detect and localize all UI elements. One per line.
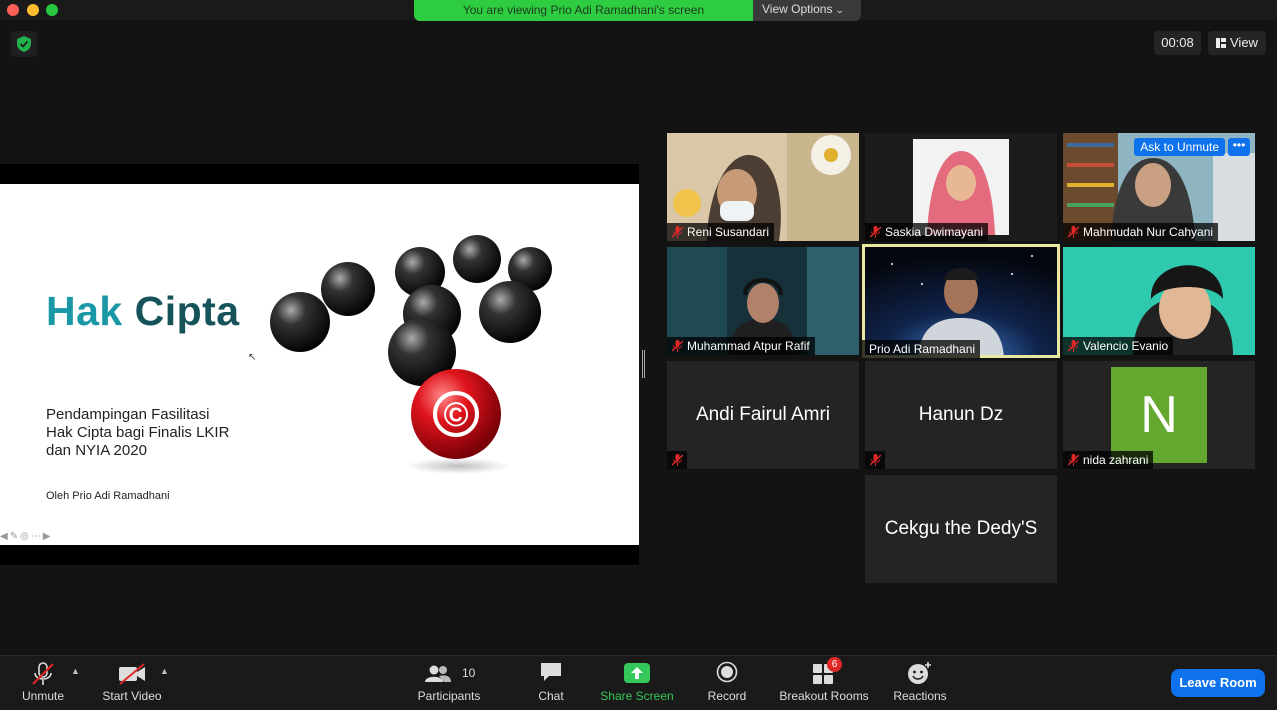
participant-name-tag: Muhammad Atpur Rafif [667, 337, 815, 355]
view-options-label: View Options [762, 2, 833, 16]
video-tile[interactable]: Valencio Evanio [1063, 247, 1255, 355]
video-tile-active-speaker[interactable]: Prio Adi Ramadhani [862, 244, 1060, 358]
slide-navigation-controls[interactable]: ◀✎◎⋯▶ [0, 531, 53, 542]
cursor-icon: ↖ [248, 352, 257, 363]
participant-count: 10 [462, 666, 476, 680]
muted-mic-icon [32, 662, 54, 685]
zoom-meeting-window: You are viewing Prio Adi Ramadhani's scr… [0, 0, 1277, 710]
participant-display-name: Cekgu the Dedy'S [884, 518, 1038, 539]
participant-tile-no-video[interactable]: Hanun Dz [865, 361, 1057, 469]
pearl-balls-image: © [270, 235, 552, 474]
video-tile[interactable]: Muhammad Atpur Rafif [667, 247, 859, 355]
video-tile[interactable]: Reni Susandari [667, 133, 859, 241]
muted-mic-icon [870, 226, 881, 238]
unmute-button[interactable]: Unmute [12, 656, 74, 710]
participant-name-tag: Mahmudah Nur Cahyani [1063, 223, 1219, 241]
view-options-button[interactable]: View Options ⌄ [753, 0, 861, 21]
participant-tile-avatar[interactable]: N nida zahrani [1063, 361, 1255, 469]
meeting-timer: 00:08 [1154, 31, 1201, 55]
participant-name-tag: Prio Adi Ramadhani [862, 340, 981, 358]
encryption-shield-icon[interactable] [11, 31, 37, 57]
close-window-button[interactable] [7, 4, 19, 16]
reactions-smiley-icon [908, 662, 931, 684]
leave-room-button[interactable]: Leave Room [1171, 669, 1265, 697]
muted-mic-icon [1068, 454, 1079, 466]
record-icon [716, 661, 738, 683]
participant-status [667, 451, 687, 469]
avatar: N [1111, 367, 1207, 463]
participants-icon [425, 665, 451, 682]
record-button[interactable]: Record [700, 656, 754, 710]
participant-display-name: Andi Fairul Amri [695, 404, 831, 425]
participant-status [865, 451, 885, 469]
participant-name-tag: Saskia Dwimayani [865, 223, 989, 241]
presentation-slide[interactable]: Hak Cipta ↖ Pendampingan Fasilitasi Hak … [0, 184, 639, 545]
grid-view-icon [1216, 38, 1226, 48]
copyright-symbol: © [443, 396, 468, 434]
start-video-button[interactable]: Start Video [96, 656, 168, 710]
muted-mic-icon [870, 454, 881, 466]
participant-display-name: Hanun Dz [918, 404, 1004, 425]
slide-author: Oleh Prio Adi Ramadhani [46, 490, 170, 502]
participants-button[interactable]: 10 Participants [412, 656, 486, 710]
breakout-rooms-button[interactable]: 6 Breakout Rooms [776, 656, 872, 710]
share-screen-icon [624, 663, 650, 683]
audio-options-caret[interactable]: ▲ [71, 666, 80, 676]
more-options-button[interactable]: ••• [1228, 138, 1250, 156]
ask-to-unmute-button[interactable]: Ask to Unmute [1134, 138, 1225, 156]
participant-name-tag: Valencio Evanio [1063, 337, 1174, 355]
muted-mic-icon [1068, 226, 1079, 238]
video-tile[interactable]: Ask to Unmute ••• Mahmudah Nur Cahyani [1063, 133, 1255, 241]
maximize-window-button[interactable] [46, 4, 58, 16]
breakout-count-badge: 6 [827, 657, 842, 672]
split-resize-handle[interactable] [642, 350, 645, 378]
muted-mic-icon [1068, 340, 1079, 352]
slide-title: Hak Cipta [46, 288, 240, 334]
participant-tile-no-video[interactable]: Andi Fairul Amri [667, 361, 859, 469]
minimize-window-button[interactable] [27, 4, 39, 16]
video-tile[interactable]: Saskia Dwimayani [865, 133, 1057, 241]
participant-name-tag: nida zahrani [1063, 451, 1154, 469]
participant-name-tag: Reni Susandari [667, 223, 775, 241]
viewing-banner: You are viewing Prio Adi Ramadhani's scr… [414, 0, 753, 21]
view-label: View [1230, 35, 1258, 50]
muted-mic-icon [672, 340, 683, 352]
reactions-button[interactable]: Reactions [890, 656, 950, 710]
muted-mic-icon [672, 454, 683, 466]
share-screen-button[interactable]: Share Screen [596, 656, 678, 710]
video-options-caret[interactable]: ▲ [160, 666, 169, 676]
gallery-view-button[interactable]: View [1208, 31, 1266, 55]
chevron-down-icon: ⌄ [835, 5, 846, 15]
meeting-toolbar: Unmute ▲ Start Video ▲ 10 Participants C… [0, 655, 1277, 710]
slide-subtitle: Pendampingan Fasilitasi Hak Cipta bagi F… [46, 406, 230, 459]
chat-button[interactable]: Chat [525, 656, 577, 710]
muted-mic-icon [672, 226, 683, 238]
video-off-icon [119, 663, 145, 685]
chat-bubble-icon [541, 663, 561, 681]
participant-tile-no-video[interactable]: Cekgu the Dedy'S [865, 475, 1057, 583]
